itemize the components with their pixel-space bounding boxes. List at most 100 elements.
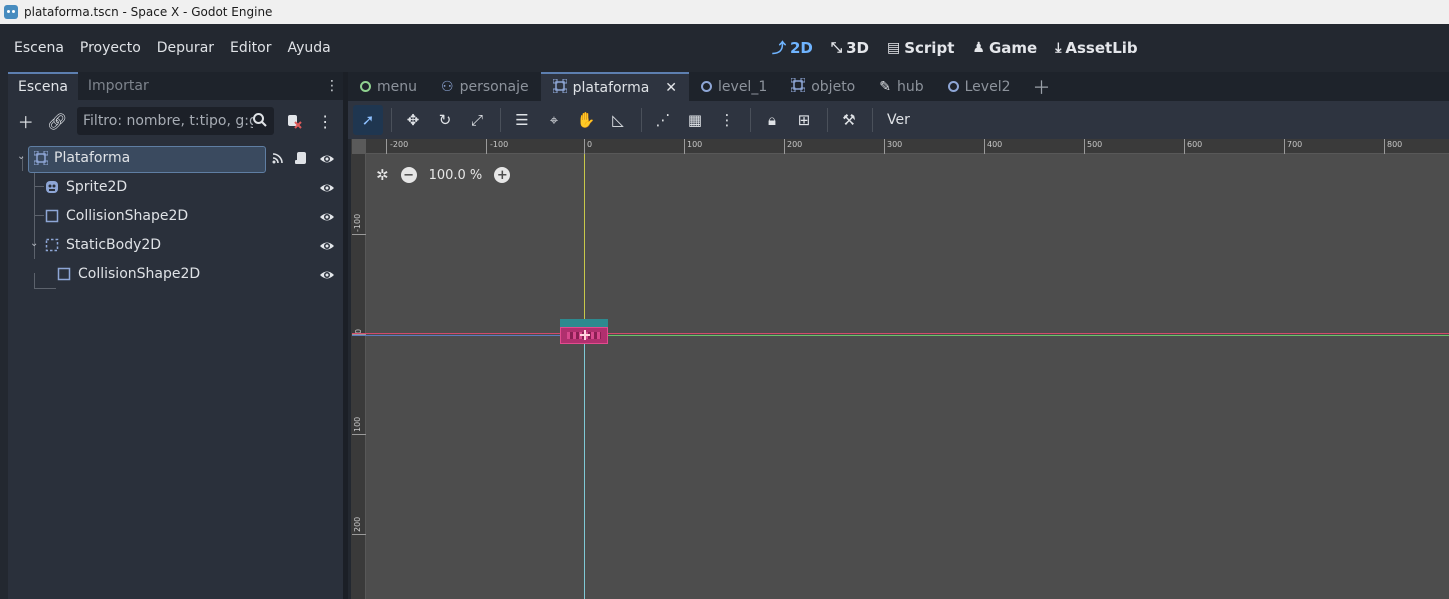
dock-menu-icon[interactable]: ⋮ bbox=[325, 78, 339, 94]
workspace-game-label: Game bbox=[988, 39, 1038, 57]
add-scene-tab-icon[interactable]: ＋ bbox=[1023, 72, 1061, 101]
node-filter-field[interactable] bbox=[77, 107, 275, 135]
scene-tab-level2[interactable]: Level2 bbox=[936, 72, 1023, 101]
tree-item-label: Plataforma bbox=[54, 150, 131, 166]
list-select-icon[interactable]: ☰ bbox=[507, 105, 537, 135]
visibility-eye-icon[interactable] bbox=[319, 238, 335, 254]
view-menu-button[interactable]: Ver bbox=[879, 112, 918, 128]
workspace-game-button[interactable]: ♟ Game bbox=[972, 39, 1037, 57]
toolbar-separator bbox=[641, 108, 642, 132]
zoom-in-icon[interactable]: + bbox=[494, 167, 511, 183]
scene-tab-label: objeto bbox=[811, 78, 856, 95]
lock-icon[interactable]: 🔒︎ bbox=[757, 105, 787, 135]
menu-depurar[interactable]: Depurar bbox=[149, 40, 222, 56]
pivot-mode-icon[interactable]: ⌖ bbox=[539, 105, 569, 135]
scene-tab-label: level_1 bbox=[718, 78, 768, 95]
skeleton-bone-icon[interactable]: ⚒ bbox=[834, 105, 864, 135]
ruler-label: 800 bbox=[1387, 140, 1403, 149]
window-title: plataforma.tscn - Space X - Godot Engine bbox=[24, 5, 273, 19]
tree-item-collisionshape2d[interactable]: CollisionShape2D bbox=[8, 202, 343, 231]
smart-snap-icon[interactable]: ⋰ bbox=[648, 105, 678, 135]
toolbar-separator bbox=[500, 108, 501, 132]
group-icon[interactable]: ⊞ bbox=[789, 105, 819, 135]
visibility-eye-icon[interactable] bbox=[319, 267, 335, 283]
add-node-icon[interactable]: ＋ bbox=[14, 109, 38, 133]
collisionshape2d-icon bbox=[57, 267, 71, 285]
ruler-vertical: -100 0 100 200 bbox=[352, 154, 366, 599]
workspace-2d-button[interactable]: ⤴ 2D bbox=[772, 38, 813, 58]
scene-tab-label: plataforma bbox=[572, 79, 650, 96]
chevron-down-icon[interactable]: ⌄ bbox=[17, 151, 25, 162]
visibility-eye-icon[interactable] bbox=[319, 180, 335, 196]
move-mode-icon[interactable]: ✥ bbox=[398, 105, 428, 135]
scene-tab-hub[interactable]: ✎ hub bbox=[867, 72, 935, 101]
menu-proyecto[interactable]: Proyecto bbox=[72, 40, 149, 56]
scene-tab-menu[interactable]: menu bbox=[348, 72, 429, 101]
ruler-tick bbox=[784, 139, 785, 154]
origin-pivot-icon[interactable] bbox=[580, 330, 590, 340]
zoom-out-icon[interactable]: − bbox=[400, 167, 417, 183]
node-icon bbox=[360, 81, 371, 92]
dock-splitter[interactable] bbox=[343, 72, 348, 599]
toolbar-separator bbox=[750, 108, 751, 132]
search-icon bbox=[252, 112, 268, 132]
tree-item-collisionshape2d-child[interactable]: CollisionShape2D bbox=[8, 260, 343, 289]
snap-options-icon[interactable]: ⋮ bbox=[712, 105, 742, 135]
ruler-label: 200 bbox=[787, 140, 803, 149]
toolbar-separator bbox=[827, 108, 828, 132]
center-view-icon[interactable]: ✲ bbox=[376, 166, 389, 184]
tree-item-sprite2d[interactable]: Sprite2D bbox=[8, 173, 343, 202]
scale-mode-icon[interactable]: ⤢ bbox=[462, 105, 492, 135]
scene-tab-personaje[interactable]: ⚇ personaje bbox=[429, 72, 541, 101]
scene-tab-label: menu bbox=[377, 78, 417, 95]
workspace-3d-button[interactable]: ⤡ 3D bbox=[831, 39, 869, 57]
node2d-icon bbox=[790, 77, 806, 96]
canvas-viewport[interactable]: -200 -100 0 100 200 300 400 500 600 700 … bbox=[351, 139, 1449, 599]
signal-icon[interactable] bbox=[271, 151, 285, 169]
workspace-2d-label: 2D bbox=[790, 39, 813, 57]
visibility-eye-icon[interactable] bbox=[319, 151, 335, 167]
select-mode-icon[interactable]: ➚ bbox=[353, 105, 383, 135]
dock-tabs: Escena Importar ⋮ bbox=[8, 72, 343, 100]
ruler-label: 100 bbox=[687, 140, 703, 149]
menu-ayuda[interactable]: Ayuda bbox=[279, 40, 338, 56]
workspace-assetlib-label: AssetLib bbox=[1065, 39, 1138, 57]
workspace-assetlib-button[interactable]: ⤓ AssetLib bbox=[1055, 39, 1137, 57]
node-icon bbox=[701, 81, 713, 92]
zoom-controls: ✲ − 100.0 % + bbox=[376, 166, 511, 184]
rotate-mode-icon[interactable]: ↻ bbox=[430, 105, 460, 135]
node-filter-input[interactable] bbox=[83, 113, 253, 129]
tree-item-plataforma[interactable]: ⌄ Plataforma bbox=[8, 144, 343, 173]
scene-tab-objeto[interactable]: objeto bbox=[779, 72, 867, 101]
ruler-horizontal: -200 -100 0 100 200 300 400 500 600 700 … bbox=[366, 139, 1449, 154]
more-options-icon[interactable]: ⋮ bbox=[314, 109, 338, 133]
workspace-script-label: Script bbox=[904, 39, 955, 57]
tree-item-label: Sprite2D bbox=[66, 179, 128, 195]
ruler-label: -100 bbox=[353, 213, 362, 232]
ruler-label: -200 bbox=[390, 140, 409, 149]
tab-importar[interactable]: Importar bbox=[78, 72, 159, 100]
ruler-tick bbox=[1084, 139, 1085, 154]
tree-item-label: StaticBody2D bbox=[66, 237, 162, 253]
scene-tab-plataforma[interactable]: plataforma ✕ bbox=[540, 72, 690, 101]
workspace-script-button[interactable]: ▤ Script bbox=[887, 39, 954, 57]
grid-snap-icon[interactable]: ▦ bbox=[680, 105, 710, 135]
menu-escena[interactable]: Escena bbox=[6, 40, 72, 56]
scene-tab-level-1[interactable]: level_1 bbox=[689, 72, 779, 101]
link-icon[interactable]: 🔗︎ bbox=[46, 109, 70, 133]
menu-editor[interactable]: Editor bbox=[222, 40, 279, 56]
close-tab-icon[interactable]: ✕ bbox=[665, 80, 677, 96]
x-axis-line-right bbox=[585, 335, 1449, 336]
tree-item-label: CollisionShape2D bbox=[78, 266, 201, 282]
ruler-label: 100 bbox=[353, 416, 362, 432]
tree-item-staticbody2d[interactable]: ⌄ StaticBody2D bbox=[8, 231, 343, 260]
script-remove-icon[interactable] bbox=[282, 109, 306, 133]
tab-escena[interactable]: Escena bbox=[8, 72, 78, 100]
scene-tab-label: hub bbox=[896, 78, 924, 95]
ruler-mode-icon[interactable]: ◺ bbox=[603, 105, 633, 135]
visibility-eye-icon[interactable] bbox=[319, 209, 335, 225]
chevron-down-icon[interactable]: ⌄ bbox=[30, 238, 38, 249]
zoom-level-button[interactable]: 100.0 % bbox=[429, 168, 483, 183]
script-icon[interactable] bbox=[294, 151, 308, 169]
pan-mode-icon[interactable]: ✋ bbox=[571, 105, 601, 135]
